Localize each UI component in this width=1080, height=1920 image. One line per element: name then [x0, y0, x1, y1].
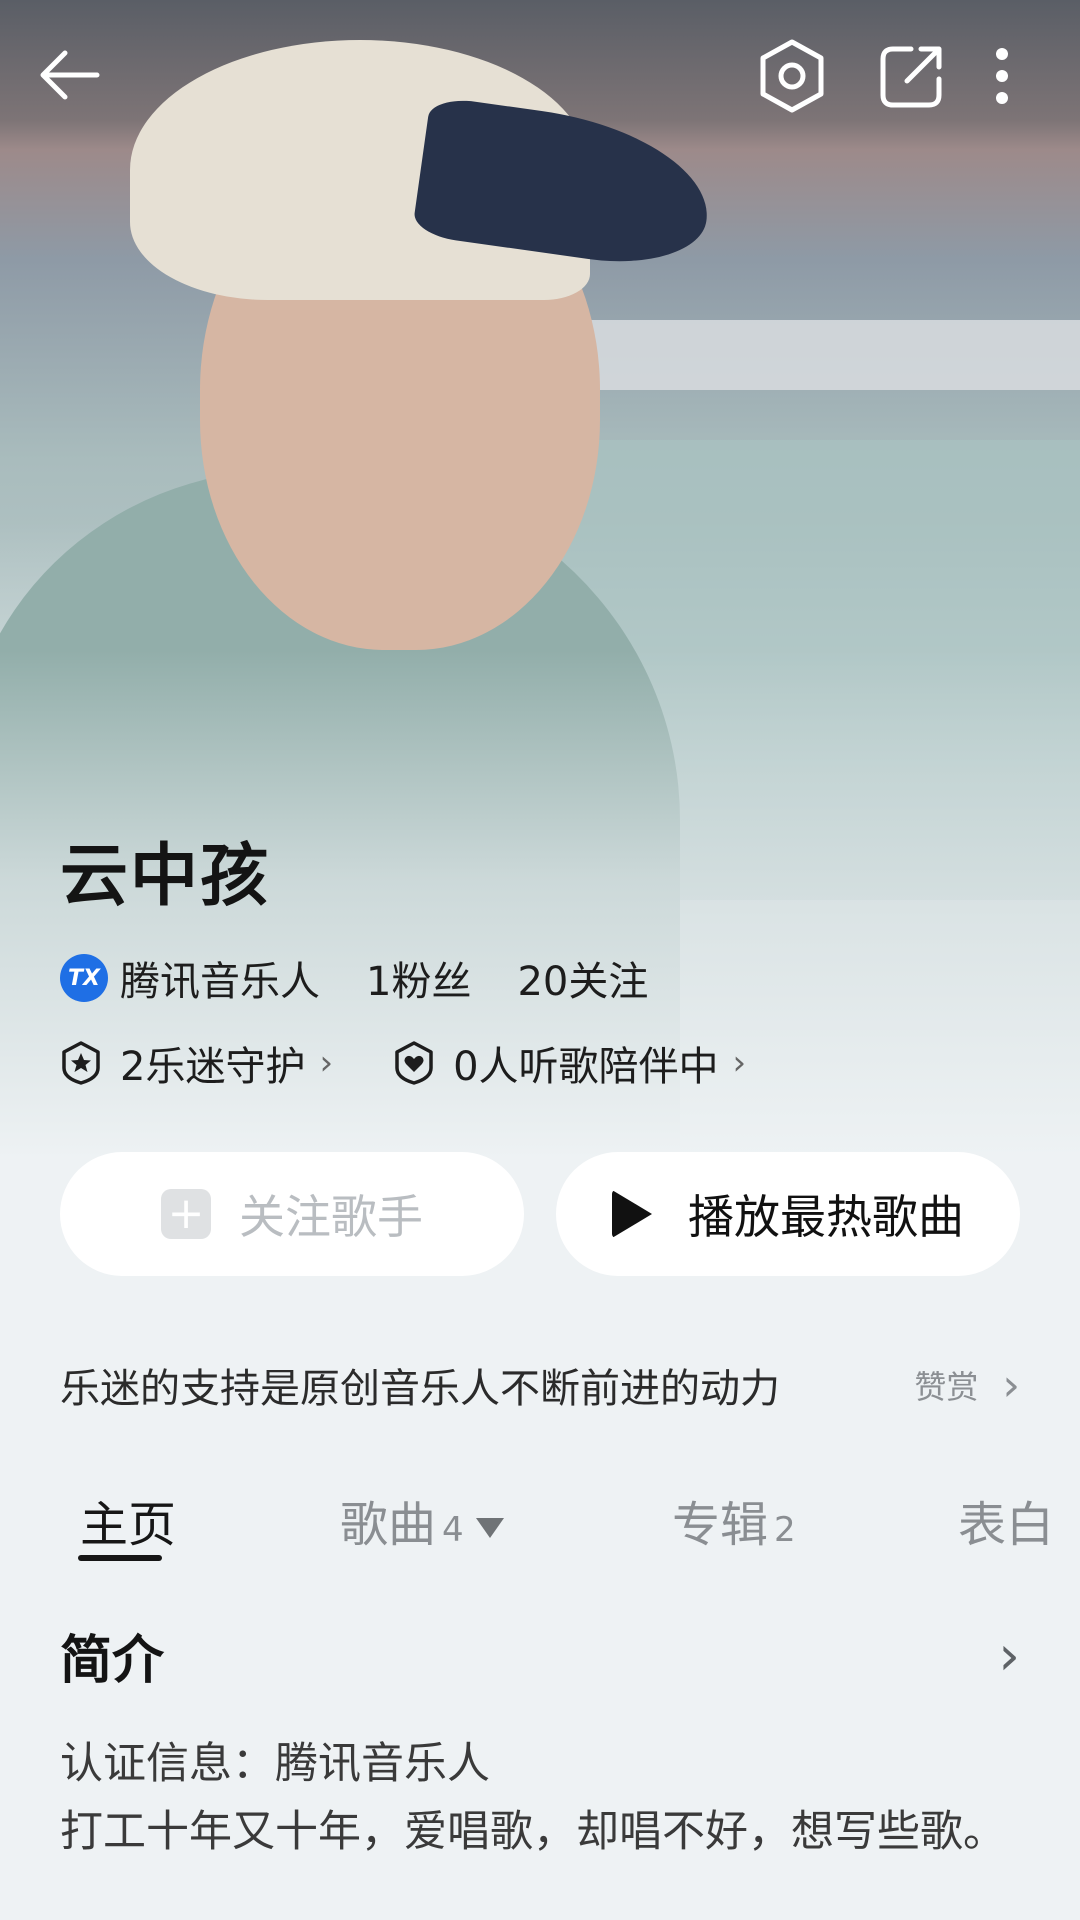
follow-label: 关注歌手	[239, 1190, 423, 1244]
following-count[interactable]: 20关注	[517, 949, 648, 1007]
play-icon	[612, 1190, 652, 1238]
intro-line: 认证信息：腾讯音乐人	[60, 1739, 490, 1789]
listening-companion-link[interactable]: 0人听歌陪伴中 ›	[393, 1034, 746, 1092]
profile-tabs: 主页 歌曲 4 专辑 2 表白	[0, 1485, 1080, 1585]
active-tab-indicator	[78, 1555, 162, 1561]
top-bar	[0, 0, 1080, 150]
star-shield-icon	[62, 1041, 100, 1085]
intro-text: 认证信息：腾讯音乐人 打工十年又十年，爱唱歌，却唱不好，想写些歌。	[60, 1730, 1020, 1866]
fan-guardians-link[interactable]: 2乐迷守护 ›	[60, 1034, 333, 1092]
tab-songs[interactable]: 歌曲 4	[340, 1485, 504, 1555]
chevron-right-icon: ›	[732, 1043, 747, 1083]
tab-albums[interactable]: 专辑 2	[672, 1485, 796, 1555]
chevron-right-icon: ›	[1002, 1359, 1020, 1411]
more-button[interactable]	[980, 36, 1024, 116]
intro-header[interactable]: 简介 ›	[60, 1620, 1020, 1691]
intro-line: 打工十年又十年，爱唱歌，却唱不好，想写些歌。	[60, 1807, 1006, 1857]
fan-activity-row: 2乐迷守护 › 0人听歌陪伴中 ›	[60, 1035, 746, 1091]
artist-stats: TX 腾讯音乐人 1粉丝 20关注	[60, 950, 648, 1006]
chevron-right-icon: ›	[998, 1623, 1020, 1687]
play-label: 播放最热歌曲	[688, 1190, 964, 1244]
reward-label: 赞赏	[914, 1368, 979, 1406]
fans-count[interactable]: 1粉丝	[366, 949, 471, 1007]
settings-button[interactable]	[752, 36, 832, 116]
plus-icon: +	[161, 1189, 211, 1239]
heart-shield-icon	[395, 1041, 433, 1085]
more-vertical-icon	[996, 48, 1008, 104]
back-arrow-icon	[40, 50, 100, 100]
chevron-right-icon: ›	[319, 1043, 334, 1083]
hexagon-settings-icon	[760, 39, 824, 113]
support-text: 乐迷的支持是原创音乐人不断前进的动力	[60, 1366, 780, 1412]
back-button[interactable]	[30, 35, 110, 115]
verification-label[interactable]: 腾讯音乐人	[120, 949, 320, 1007]
play-hottest-button[interactable]: 播放最热歌曲	[556, 1152, 1020, 1276]
follow-artist-button[interactable]: + 关注歌手	[60, 1152, 524, 1276]
share-button[interactable]	[872, 36, 952, 116]
verified-musician-icon: TX	[60, 954, 108, 1002]
tab-home[interactable]: 主页	[80, 1485, 176, 1555]
listening-label: 0人听歌陪伴中	[453, 1044, 719, 1090]
tab-confession[interactable]: 表白	[958, 1485, 1054, 1555]
intro-title: 简介	[60, 1630, 165, 1691]
dropdown-triangle-icon	[475, 1518, 504, 1538]
reward-banner[interactable]: 乐迷的支持是原创音乐人不断前进的动力 赞赏 ›	[60, 1355, 1020, 1415]
share-icon	[880, 46, 942, 108]
artist-name: 云中孩	[60, 837, 271, 916]
guardians-label: 2乐迷守护	[120, 1044, 306, 1090]
